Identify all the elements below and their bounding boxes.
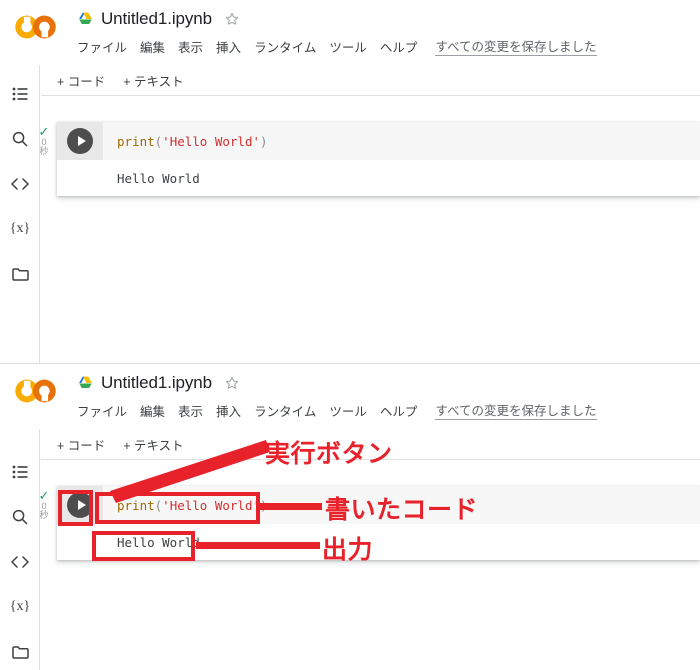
document-title-row: Untitled1.ipynb (77, 9, 240, 29)
left-sidebar: {x} (0, 429, 40, 670)
code-token-string: 'Hello World' (162, 133, 261, 149)
app-header-annotated: Untitled1.ipynb ファイル 編集 表示 挿入 ランタイム ツール … (0, 364, 700, 429)
run-button-gutter[interactable] (57, 122, 103, 160)
play-triangle-icon (77, 136, 86, 146)
sidebar-item-files[interactable] (0, 262, 40, 286)
menu-bar: ファイル 編集 表示 挿入 ランタイム ツール ヘルプ すべての変更を保存しまし… (77, 400, 597, 420)
sidebar-item-code-snippets[interactable] (0, 550, 40, 574)
sidebar-item-table-of-contents[interactable] (0, 82, 40, 106)
code-token-string: 'Hello World' (162, 497, 261, 513)
menu-item-view[interactable]: 表示 (178, 37, 203, 56)
add-code-cell-button[interactable]: + コード (57, 71, 105, 90)
menu-item-edit[interactable]: 編集 (140, 401, 165, 420)
annotation-label-written-code: 書いたコード (325, 495, 479, 524)
execution-status: ✓ 0 秒 (34, 125, 54, 157)
star-outline-icon[interactable] (219, 375, 240, 391)
code-editor-line[interactable]: print('Hello World') (103, 134, 268, 149)
annotation-label-output: 出力 (322, 535, 374, 564)
run-button-gutter[interactable] (57, 486, 103, 524)
menu-item-insert[interactable]: 挿入 (216, 401, 241, 420)
menu-item-help[interactable]: ヘルプ (380, 37, 418, 56)
output-text: Hello World (117, 170, 200, 186)
save-status[interactable]: すべての変更を保存しました (435, 400, 597, 420)
code-cell: print('Hello World') Hello World (57, 122, 700, 196)
add-text-cell-button[interactable]: + テキスト (123, 71, 183, 90)
sidebar-item-variables[interactable]: {x} (0, 217, 40, 241)
code-cell-output: Hello World (57, 524, 700, 560)
sidebar-item-variables[interactable]: {x} (0, 595, 40, 619)
variables-glyph: {x} (9, 221, 31, 236)
code-token-close-paren: ) (260, 133, 268, 149)
menu-item-runtime[interactable]: ランタイム (254, 37, 316, 56)
annotation-label-run-button: 実行ボタン (265, 439, 393, 468)
colab-logo-icon (12, 14, 60, 40)
run-cell-button[interactable] (67, 492, 93, 518)
add-text-cell-button[interactable]: + テキスト (123, 435, 183, 454)
sidebar-item-code-snippets[interactable] (0, 172, 40, 196)
menu-bar: ファイル 編集 表示 挿入 ランタイム ツール ヘルプ すべての変更を保存しまし… (77, 36, 597, 56)
colab-logo-icon (12, 378, 60, 404)
run-cell-button[interactable] (67, 128, 93, 154)
page-title[interactable]: Untitled1.ipynb (101, 373, 212, 393)
code-token-function: print (117, 133, 155, 149)
output-text: Hello World (117, 534, 200, 550)
code-token-function: print (117, 497, 155, 513)
save-status[interactable]: すべての変更を保存しました (435, 36, 597, 56)
menu-item-edit[interactable]: 編集 (140, 37, 165, 56)
page-title[interactable]: Untitled1.ipynb (101, 9, 212, 29)
menu-item-view[interactable]: 表示 (178, 401, 203, 420)
menu-item-file[interactable]: ファイル (77, 401, 127, 420)
code-cell-output: Hello World (57, 160, 700, 196)
colab-screenshot-plain: Untitled1.ipynb ファイル 編集 表示 挿入 ランタイム ツール … (0, 0, 700, 363)
colab-screenshot-annotated: Untitled1.ipynb ファイル 編集 表示 挿入 ランタイム ツール … (0, 363, 700, 670)
variables-glyph: {x} (9, 599, 31, 614)
execution-time-unit: 秒 (39, 146, 49, 157)
menu-item-file[interactable]: ファイル (77, 37, 127, 56)
menu-item-tools[interactable]: ツール (329, 401, 367, 420)
left-sidebar: {x} (0, 65, 40, 363)
execution-status: ✓ 0 秒 (34, 489, 54, 521)
add-code-cell-button[interactable]: + コード (57, 435, 105, 454)
code-editor-line[interactable]: print('Hello World') (103, 498, 268, 513)
menu-item-runtime[interactable]: ランタイム (254, 401, 316, 420)
cell-wrapper: ✓ 0 秒 print('Hello World') Hello World (39, 122, 700, 196)
cell-toolbar: + コード + テキスト (41, 65, 700, 96)
notebook-area: ✓ 0 秒 print('Hello World') Hello World (39, 96, 700, 363)
app-header: Untitled1.ipynb ファイル 編集 表示 挿入 ランタイム ツール … (0, 0, 700, 65)
star-outline-icon[interactable] (219, 11, 240, 27)
code-token-close-paren: ) (260, 497, 268, 513)
sidebar-item-table-of-contents[interactable] (0, 460, 40, 484)
menu-item-tools[interactable]: ツール (329, 37, 367, 56)
document-title-row: Untitled1.ipynb (77, 373, 240, 393)
play-triangle-icon (77, 500, 86, 510)
google-drive-icon (77, 375, 94, 391)
google-drive-icon (77, 11, 94, 27)
execution-time-unit: 秒 (39, 510, 49, 521)
sidebar-item-files[interactable] (0, 640, 40, 664)
menu-item-insert[interactable]: 挿入 (216, 37, 241, 56)
menu-item-help[interactable]: ヘルプ (380, 401, 418, 420)
code-cell-input: print('Hello World') (57, 122, 700, 160)
